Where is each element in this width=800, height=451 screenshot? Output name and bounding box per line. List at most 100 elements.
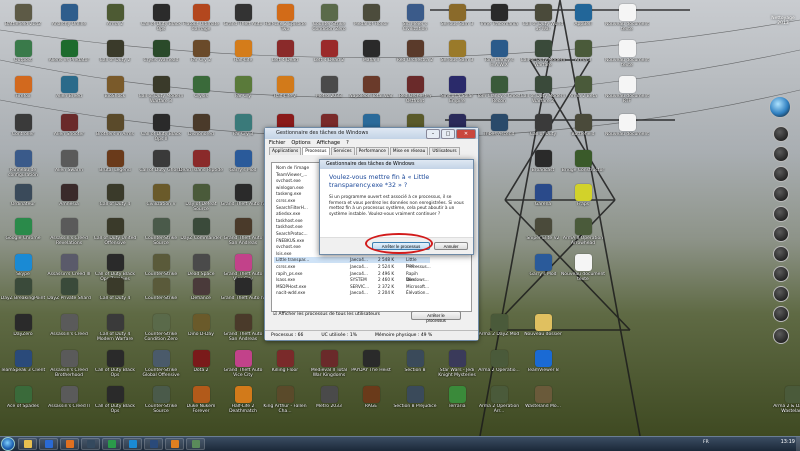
- desktop-icon[interactable]: Grand Theft Auto San Andreas: [220, 312, 266, 350]
- end-process-dialog[interactable]: Gestionnaire des tâches de Windows Voule…: [319, 159, 474, 255]
- desktop-icon[interactable]: Nouveau dossier: [520, 312, 566, 350]
- taskbar-button[interactable]: [186, 438, 205, 450]
- show-desktop-button[interactable]: [796, 437, 800, 451]
- desktop-icon[interactable]: Dead Island Riptide: [178, 148, 224, 186]
- desktop-icon[interactable]: Arma 2 & DayZ & Wasteland: [770, 384, 800, 422]
- desktop-icon[interactable]: Napoleon Total War: [348, 74, 394, 112]
- desktop-icon[interactable]: Section 8 Prejudice: [392, 384, 438, 422]
- desktop-icon[interactable]: DayZero: [0, 312, 46, 350]
- desktop-icon[interactable]: Outpost: [0, 38, 46, 76]
- desktop-icon[interactable]: Assassin's Creed Revelations: [46, 216, 92, 254]
- dock-button-icon[interactable]: [773, 286, 789, 302]
- desktop-icon[interactable]: Sid Meier's Civilization: [392, 2, 438, 40]
- taskbar-button[interactable]: [165, 438, 184, 450]
- desktop-icon[interactable]: Nouveau document RTF: [604, 74, 650, 112]
- desktop-icon[interactable]: Ace of Spades: [0, 384, 46, 422]
- process-row[interactable]: lsass.exeSYSTEM2 460 KWindows...: [274, 277, 430, 283]
- desktop-icon[interactable]: Metro 2033: [306, 74, 352, 112]
- desktop-icon[interactable]: Call of Duty 4 Modern Warfare: [92, 312, 138, 350]
- desktop-icon[interactable]: Arma 2 DayZ Mod: [476, 312, 522, 350]
- desktop-icon[interactable]: Trine Trackmania: [476, 2, 522, 40]
- maximize-button[interactable]: □: [441, 129, 455, 139]
- desktop-icon[interactable]: DayZ BreakingPoint: [0, 276, 46, 314]
- dock-button-icon[interactable]: [773, 226, 789, 242]
- desktop-icon[interactable]: BioShock: [92, 74, 138, 112]
- desktop-icon[interactable]: ArmA II Operation Arrowhead: [560, 216, 606, 254]
- desktop-icon[interactable]: PAYDAY The Heist: [348, 348, 394, 386]
- desktop-icon[interactable]: Alien Shooter: [46, 112, 92, 150]
- taskbar-button[interactable]: [18, 438, 37, 450]
- desktop-icon[interactable]: Dota 2: [178, 348, 224, 386]
- taskbar-button[interactable]: [39, 438, 58, 450]
- desktop-icon[interactable]: Far Cry 2: [178, 38, 224, 76]
- desktop-icon[interactable]: Dino D-Day: [178, 312, 224, 350]
- desktop-icon[interactable]: Medal of Honor: [348, 2, 394, 40]
- desktop-icon[interactable]: Nouveau document: [604, 112, 650, 150]
- task-manager-titlebar[interactable]: Gestionnaire des tâches de Windows – □ ✕: [265, 128, 478, 139]
- desktop-icon[interactable]: Battlefield 2142: [0, 2, 46, 40]
- desktop-icon[interactable]: Day of Defeat Source: [178, 182, 224, 220]
- desktop-icon[interactable]: Assassin's Creed Brotherhood: [46, 348, 92, 386]
- minimize-button[interactable]: –: [426, 129, 440, 139]
- desktop-icon[interactable]: Amnesia: [46, 182, 92, 220]
- desktop-icon[interactable]: Arma 3: [560, 38, 606, 76]
- desktop-icon[interactable]: Call of Duty 4: [92, 182, 138, 220]
- clock[interactable]: 13:19: [781, 439, 795, 445]
- desktop-icon[interactable]: Firefox: [0, 74, 46, 112]
- desktop-icon[interactable]: Call of Duty 2: [92, 38, 138, 76]
- show-all-users-checkbox[interactable]: ☑ Afficher les processus de tous les uti…: [273, 312, 380, 317]
- dock-button-icon[interactable]: [773, 206, 789, 222]
- desktop-icon[interactable]: Arma 2 Operatio...: [476, 348, 522, 386]
- taskbar-button[interactable]: [81, 438, 100, 450]
- language-indicator[interactable]: FR: [703, 440, 709, 445]
- dock-orb-icon[interactable]: [769, 96, 791, 118]
- desktop-icon[interactable]: Duke Nukem Forever: [178, 384, 224, 422]
- desktop-icon[interactable]: King Arthur - Fallen Cha...: [262, 384, 308, 422]
- taskbar-button[interactable]: [60, 438, 79, 450]
- tab-processes[interactable]: Processus: [302, 147, 329, 155]
- desktop-icon[interactable]: Mafia II: [348, 38, 394, 76]
- desktop-icon[interactable]: Dishonored: [178, 112, 224, 150]
- desktop-icon[interactable]: Half-Life 2: [262, 74, 308, 112]
- desktop-icon[interactable]: Red Orchestra 2: [392, 38, 438, 76]
- taskbar-button[interactable]: [102, 438, 121, 450]
- process-row[interactable]: Little transpar...Jaeco4...2 548 KLittle…: [274, 257, 430, 263]
- desktop-icon[interactable]: Killing Floor: [262, 348, 308, 386]
- desktop-icon[interactable]: DayZ Commander: [178, 216, 224, 254]
- desktop-icon[interactable]: Google Chrome: [0, 216, 46, 254]
- desktop-icon[interactable]: Section 8: [392, 348, 438, 386]
- desktop-icon[interactable]: Call of Duty 4: [92, 276, 138, 314]
- desktop-icon[interactable]: Assassin's Creed: [46, 312, 92, 350]
- desktop-icon[interactable]: Red Orchestra Ostfront: [392, 74, 438, 112]
- desktop-icon[interactable]: Wasteland Mo...: [520, 384, 566, 422]
- dock-button-icon[interactable]: [773, 328, 789, 344]
- desktop-icon[interactable]: Sins of a Solar Empire: [434, 74, 480, 112]
- end-process-button[interactable]: Arrêter le processus: [411, 311, 461, 320]
- desktop-icon[interactable]: Brütal Legend: [92, 148, 138, 186]
- desktop-icon[interactable]: Call of Duty United Offensive: [92, 216, 138, 254]
- desktop-icon[interactable]: Serious Sam 3: [434, 2, 480, 40]
- desktop-icon[interactable]: Arma 2 Operation Arr...: [476, 384, 522, 422]
- dock-button-icon[interactable]: [773, 246, 789, 262]
- desktop-icon[interactable]: Left 4 Dead: [262, 38, 308, 76]
- tab-networking[interactable]: Mise en réseau: [390, 147, 428, 155]
- desktop-icon[interactable]: Ordinateur: [0, 182, 46, 220]
- desktop-icon[interactable]: Star Wars - Jedi Knight Mysteries: [434, 348, 480, 386]
- menu-view[interactable]: Affichage: [317, 140, 341, 146]
- desktop-icon[interactable]: Tribes Ascend: [476, 112, 522, 150]
- desktop-icon[interactable]: Far Cry: [220, 74, 266, 112]
- close-button[interactable]: ✕: [456, 129, 476, 139]
- desktop-icon[interactable]: Assassin's Creed II: [46, 384, 92, 422]
- tab-users[interactable]: Utilisateurs: [429, 147, 459, 155]
- desktop-icon[interactable]: Grand Theft Auto IV: [220, 276, 266, 314]
- desktop-icon[interactable]: Half-Life: [220, 38, 266, 76]
- confirm-end-process-button[interactable]: Arrêter le processus: [372, 242, 430, 250]
- dock-button-icon[interactable]: [773, 306, 789, 322]
- desktop-icon[interactable]: Arma 2 Beta: [560, 74, 606, 112]
- desktop-icon[interactable]: Flatout Ultimate Carnage: [178, 2, 224, 40]
- desktop-icon[interactable]: Grand Theft Auto San Andreas: [220, 216, 266, 254]
- desktop-icon[interactable]: Panneau de configuration: [0, 148, 46, 186]
- desktop-icon[interactable]: Garry's Mod: [220, 148, 266, 186]
- desktop-icon[interactable]: Grand Theft Auto IV: [220, 182, 266, 220]
- desktop-icon[interactable]: Fraps: [560, 182, 606, 220]
